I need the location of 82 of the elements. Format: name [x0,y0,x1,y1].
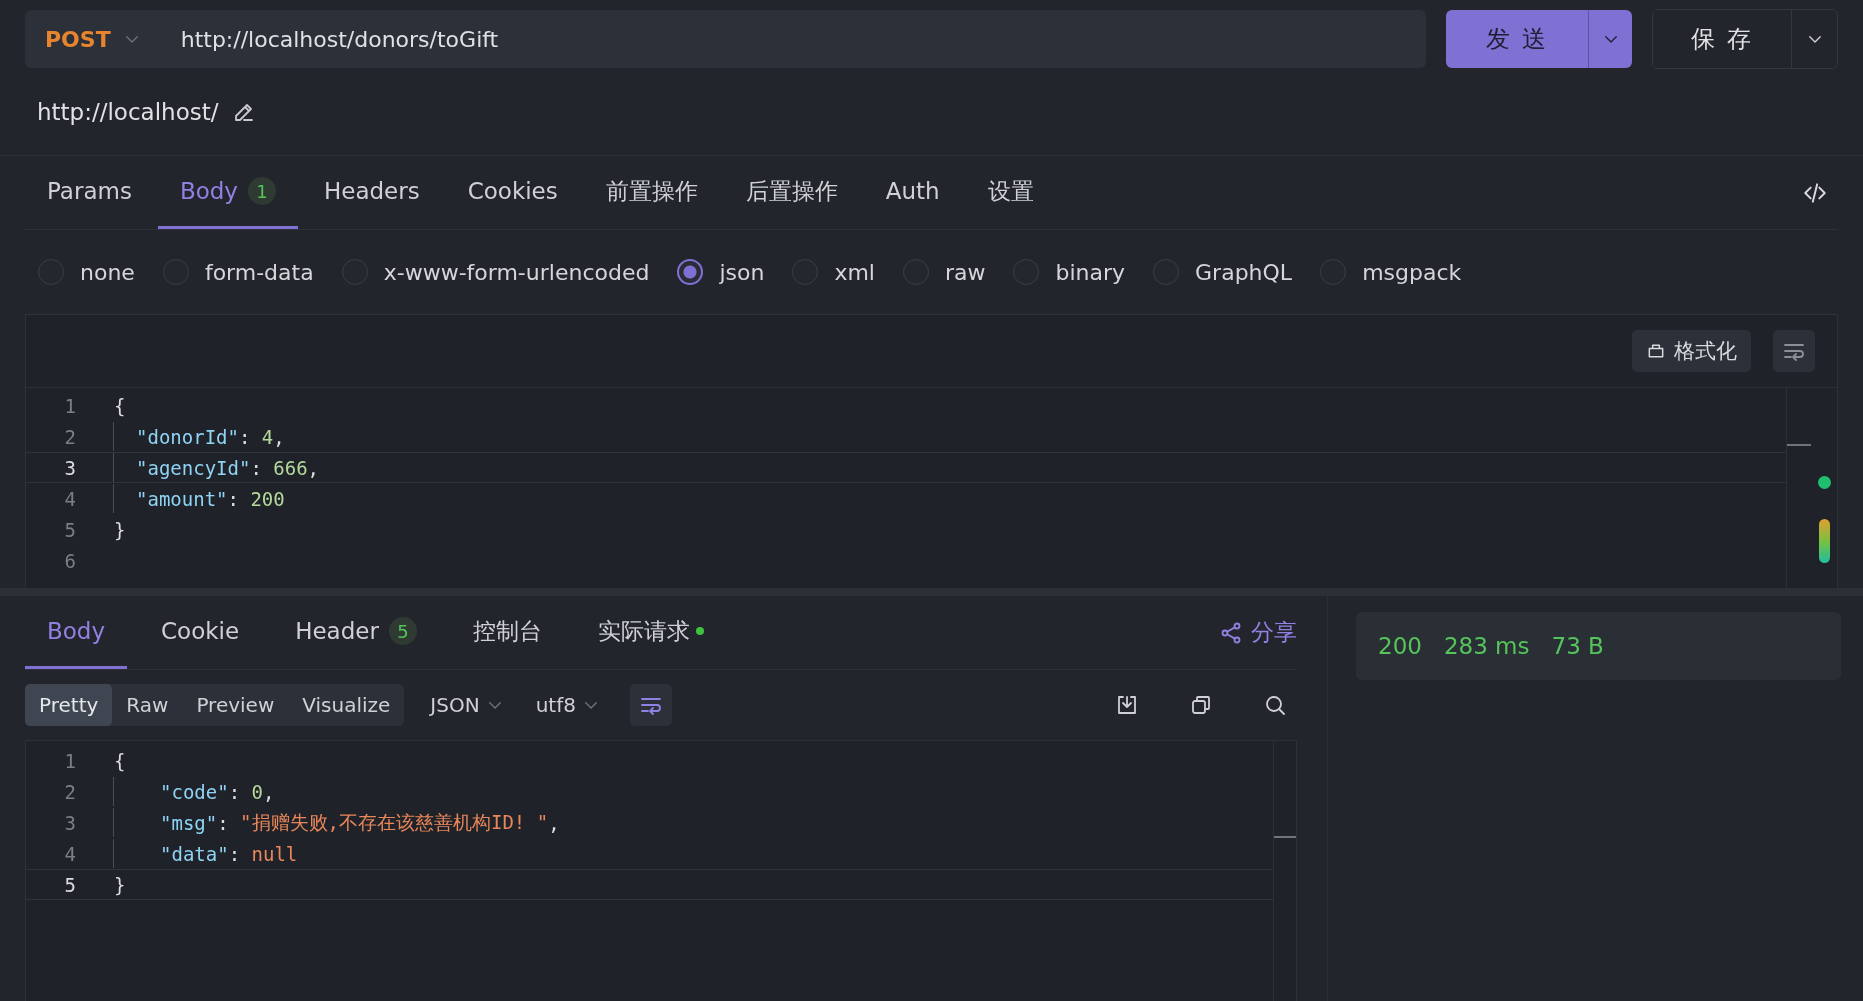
url-text: http://localhost/donors/toGift [180,26,499,52]
request-tab[interactable]: Cookies [445,156,580,229]
response-tab[interactable]: Body [25,596,128,669]
request-tab[interactable]: 前置操作 [583,156,720,229]
request-tab[interactable]: 后置操作 [723,156,860,229]
code-line: } [114,517,126,543]
format-dropdown[interactable]: JSON [424,693,510,717]
response-time: 283 ms [1443,633,1530,659]
radio-button[interactable] [162,259,189,285]
view-mode-tab[interactable]: Preview [182,684,289,726]
method-dropdown[interactable]: POST [45,26,141,52]
line-number: 3 [63,811,76,834]
line-number: 2 [63,780,76,803]
request-tab[interactable]: Auth [863,156,962,229]
encoding-dropdown[interactable]: utf8 [529,693,606,717]
code-editor[interactable]: 格式化 1 { 2 "donorId": 4, 3 "agencyId": 666, 4 "amount": 200 5 } 6 [25,314,1838,588]
view-mode-tab[interactable]: Pretty [25,684,113,726]
body-type-option[interactable]: msgpack [1320,259,1462,285]
code-line: "msg": "捐赠失败,不存在该慈善机构ID! ", [113,808,560,837]
code-line: "code": 0, [113,777,275,806]
level-bar [1818,519,1830,563]
body-type-option[interactable]: form-data [162,259,314,285]
wrap-button[interactable] [1773,330,1815,372]
download-icon[interactable] [1115,693,1139,717]
wrap-button[interactable] [629,684,672,726]
response-tab[interactable]: 控制台 [450,596,564,669]
radio-button[interactable] [1013,259,1040,285]
code-line: "data": null [113,839,298,868]
request-tab[interactable]: Body 1 [157,156,298,229]
line-number: 3 [63,456,76,479]
code-line: } [114,872,126,898]
radio-button[interactable] [341,259,368,285]
code-line: "amount": 200 [113,484,285,513]
status-code: 200 [1378,633,1422,659]
line-number: 5 [63,873,76,896]
body-type-option[interactable]: raw [902,259,986,285]
line-number: 1 [63,749,76,772]
view-mode-tab[interactable]: Visualize [288,684,405,726]
share-icon [1219,620,1243,645]
radio-button[interactable] [1153,259,1180,285]
send-options-button[interactable] [1588,10,1632,68]
request-tab[interactable]: Params [25,156,154,229]
code-line: "donorId": 4, [113,422,285,451]
url-bar[interactable]: POST http://localhost/donors/toGift [25,10,1426,68]
radio-button[interactable] [1320,259,1347,285]
count-badge: 1 [247,177,276,205]
status-dot [1817,476,1831,489]
copy-icon[interactable] [1189,693,1213,717]
radio-button[interactable] [902,259,929,285]
code-line: "agencyId": 666, [113,453,320,482]
line-number: 6 [63,549,76,572]
radio-button[interactable] [677,259,704,285]
request-tab[interactable]: Headers [301,156,442,229]
count-badge: 5 [388,617,417,645]
save-options-button[interactable] [1791,10,1837,68]
line-number: 1 [63,394,76,417]
line-number: 4 [63,487,76,510]
code-line: { [114,393,126,419]
search-icon[interactable] [1263,693,1287,717]
radio-button[interactable] [792,259,819,285]
response-size: 73 B [1551,633,1604,659]
send-button[interactable]: 发 送 [1446,10,1588,68]
body-type-option[interactable]: xml [792,259,875,285]
request-tab[interactable]: 设置 [965,156,1056,229]
code-line: { [114,748,126,774]
format-button[interactable]: 格式化 [1632,330,1751,372]
body-type-option[interactable]: x-www-form-urlencoded [341,259,650,285]
line-number: 2 [63,425,76,448]
base-url-text: http://localhost/ [37,98,219,125]
share-button[interactable]: 分享 [1219,596,1297,669]
body-type-option[interactable]: none [38,259,135,285]
response-tab[interactable]: Cookie [139,596,262,669]
line-number: 4 [63,842,76,865]
body-type-option[interactable]: GraphQL [1153,259,1293,285]
body-type-option[interactable]: binary [1013,259,1126,285]
radio-button[interactable] [38,259,64,285]
box-icon [1646,341,1666,361]
response-tab[interactable]: 实际请求 [575,596,726,669]
view-mode-tab[interactable]: Raw [112,684,183,726]
body-type-option[interactable]: json [677,259,765,285]
response-tab[interactable]: Header 5 [273,596,439,669]
line-number: 5 [63,518,76,541]
